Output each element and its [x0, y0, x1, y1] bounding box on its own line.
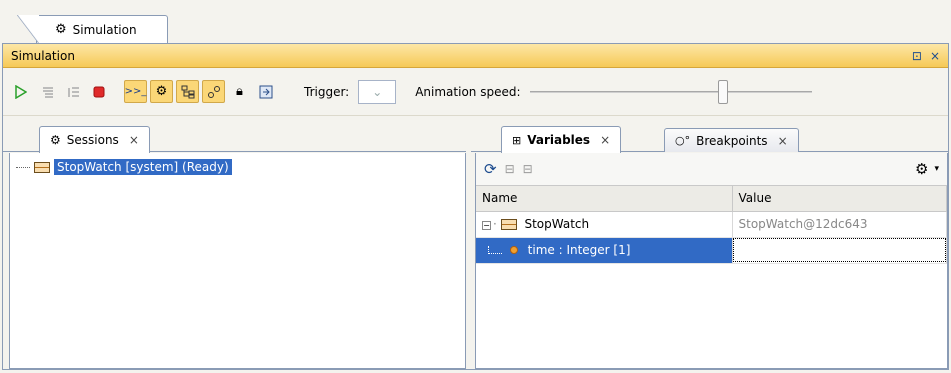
- export-icon: [259, 85, 272, 98]
- structure-button[interactable]: [176, 80, 199, 103]
- variables-table: Name Value − · StopWatch StopWatch@12dc64…: [476, 186, 947, 264]
- settings-gear-icon[interactable]: ⚙: [915, 160, 928, 178]
- simulation-toolbar: >>_ ⚙ 🔒︎ Trigger: ⌄ Animation speed:: [3, 68, 948, 116]
- window-title: Simulation: [11, 48, 75, 63]
- outer-tab-strip: ⚙ Simulation: [0, 0, 951, 45]
- chevron-down-icon[interactable]: ▾: [934, 164, 939, 174]
- export-button[interactable]: [254, 80, 277, 103]
- collapse-icon[interactable]: −: [482, 221, 491, 230]
- variables-body: ⟳ ⊟ ⊟ ⚙ ▾ Name Value − · StopWatch StopW…: [475, 153, 948, 369]
- chevron-down-icon: ⌄: [372, 84, 383, 99]
- tab-sessions-label: Sessions: [66, 133, 119, 147]
- tab-breakpoints[interactable]: ○° Breakpoints ×: [664, 128, 799, 152]
- trigger-label: Trigger:: [304, 84, 350, 99]
- tab-simulation-label: Simulation: [72, 22, 137, 37]
- console-button[interactable]: >>_: [124, 80, 147, 103]
- tree-item[interactable]: StopWatch [system] (Ready): [16, 157, 232, 177]
- variables-pane: ⊞ Variables × ○° Breakpoints × ⟳ ⊟ ⊟ ⚙ ▾: [471, 117, 948, 369]
- component-icon: [500, 219, 517, 230]
- collapse-all-icon[interactable]: ⊟: [523, 162, 533, 176]
- start-button[interactable]: [9, 80, 32, 103]
- close-icon[interactable]: ×: [778, 134, 788, 148]
- tab-breakpoints-label: Breakpoints: [696, 133, 768, 148]
- variables-tab-strip: ⊞ Variables × ○° Breakpoints ×: [471, 117, 948, 153]
- expand-all-icon[interactable]: ⊟: [505, 162, 515, 176]
- hierarchy-icon: [181, 85, 194, 98]
- property-icon: [509, 246, 518, 254]
- step-into-button[interactable]: [35, 80, 58, 103]
- sessions-tree: StopWatch [system] (Ready): [9, 153, 466, 369]
- stop-icon: [93, 86, 104, 97]
- component-icon: [34, 161, 50, 173]
- table-row[interactable]: time : Integer [1]: [476, 237, 947, 264]
- gear-icon: ⚙: [50, 133, 61, 147]
- animation-speed-slider[interactable]: [529, 78, 812, 106]
- row-name: StopWatch: [524, 217, 590, 231]
- tree-item-label: StopWatch [system] (Ready): [54, 159, 232, 175]
- breakpoint-icon: ○°: [675, 134, 691, 147]
- tab-simulation[interactable]: ⚙ Simulation: [17, 15, 168, 44]
- step-over-button[interactable]: [61, 80, 84, 103]
- sessions-pane: ⚙ Sessions × StopWatch [system] (Ready): [3, 117, 466, 369]
- tab-variables[interactable]: ⊞ Variables ×: [501, 126, 622, 153]
- close-icon[interactable]: ×: [930, 49, 940, 63]
- animation-speed-label: Animation speed:: [415, 84, 521, 99]
- window-titlebar: Simulation ⊡ ×: [3, 44, 948, 68]
- lock-button[interactable]: 🔒︎: [228, 80, 251, 103]
- trigger-dropdown[interactable]: ⌄: [358, 79, 397, 104]
- step-into-icon: [42, 86, 53, 98]
- animation-button[interactable]: ⚙: [150, 80, 173, 103]
- variables-icon: ⊞: [512, 133, 522, 147]
- breakpoint-button[interactable]: [202, 80, 225, 103]
- table-row[interactable]: − · StopWatch StopWatch@12dc643: [476, 211, 947, 238]
- console-icon: >>_: [124, 86, 147, 97]
- close-icon[interactable]: ×: [129, 133, 139, 147]
- row-value-editor[interactable]: [732, 237, 947, 264]
- gear-icon: ⚙: [155, 84, 168, 99]
- row-name: time : Integer [1]: [527, 243, 631, 257]
- step-over-icon: [67, 86, 79, 97]
- slider-thumb[interactable]: [717, 79, 728, 104]
- simulation-window: Simulation ⊡ × >>_ ⚙ 🔒︎ Trigger: ⌄ Anima…: [2, 43, 949, 370]
- tab-sessions[interactable]: ⚙ Sessions ×: [39, 126, 150, 153]
- restore-icon[interactable]: ⊡: [912, 49, 922, 63]
- terminate-button[interactable]: [87, 80, 110, 103]
- row-value[interactable]: StopWatch@12dc643: [732, 211, 947, 238]
- lock-icon: 🔒︎: [236, 84, 243, 99]
- breakpoint-icon: [207, 85, 220, 98]
- play-icon: [14, 84, 27, 99]
- column-header-value[interactable]: Value: [732, 186, 947, 212]
- gear-icon: ⚙: [55, 22, 67, 37]
- variables-toolbar: ⟳ ⊟ ⊟ ⚙ ▾: [476, 153, 947, 186]
- column-header-name[interactable]: Name: [476, 186, 733, 212]
- tab-variables-label: Variables: [527, 133, 591, 147]
- refresh-icon[interactable]: ⟳: [484, 160, 497, 178]
- close-icon[interactable]: ×: [600, 133, 610, 147]
- sessions-tab-strip: ⚙ Sessions ×: [3, 117, 466, 153]
